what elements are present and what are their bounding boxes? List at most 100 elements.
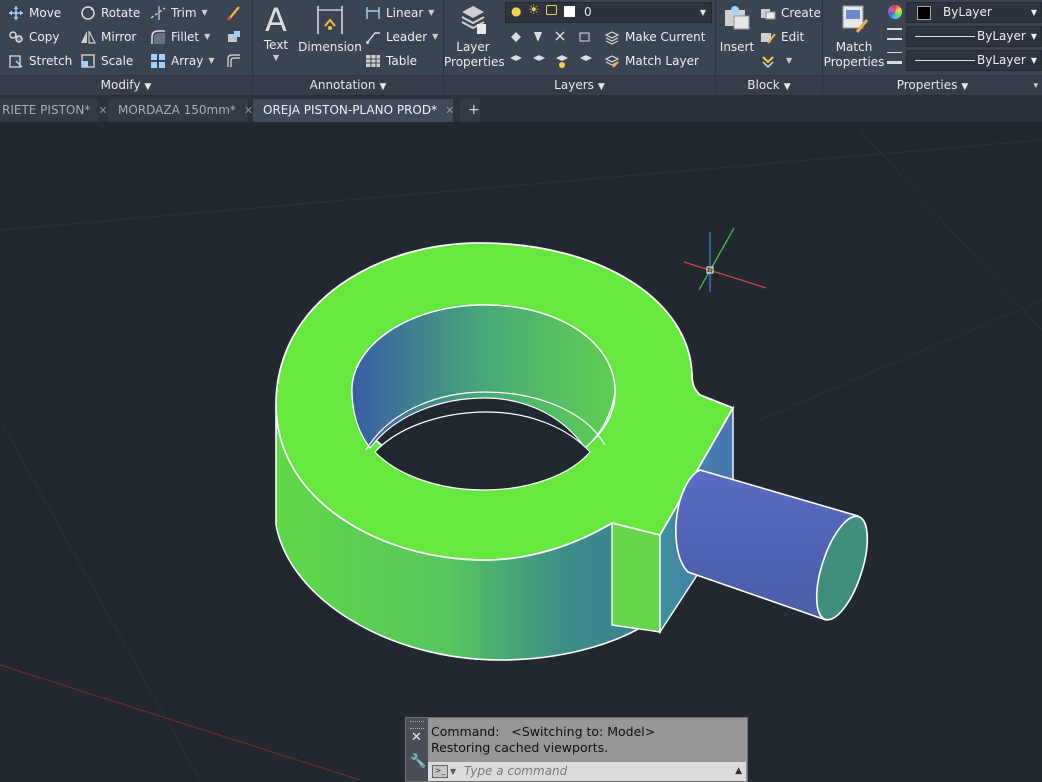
layer-properties-button[interactable]: Layer Properties — [444, 2, 505, 70]
layer-dropdown[interactable]: ● ☀ 0 ▼ — [505, 2, 712, 23]
offset-button[interactable] — [226, 50, 247, 72]
sun-icon: ☀ — [528, 3, 540, 18]
file-tab-label: RIETE PISTON* — [2, 103, 91, 117]
array-dropdown-icon[interactable]: ▼ — [208, 50, 214, 72]
new-tab-button[interactable]: + — [460, 99, 480, 122]
create-block-label: Create — [781, 6, 821, 20]
annotation-expand-icon: ▼ — [379, 82, 387, 92]
table-button[interactable]: Table — [365, 50, 417, 72]
array-button[interactable]: Array ▼ — [150, 50, 214, 72]
lineweight-value: ByLayer — [977, 53, 1026, 67]
copy-button[interactable]: Copy — [8, 26, 59, 48]
drawing-viewport[interactable] — [0, 122, 1042, 780]
ribbon: Move Rotate Trim ▼ Copy Mirror Fillet ▼ — [0, 0, 1042, 96]
explode-button[interactable] — [226, 26, 247, 48]
array-icon — [151, 54, 165, 68]
layer-tool-icons-row-1[interactable] — [508, 28, 598, 46]
layer-tools-row-1 — [508, 28, 598, 46]
block-panel-title[interactable]: Block ▼ — [716, 75, 822, 95]
lineweight-dropdown[interactable]: ByLayer ▼ — [906, 50, 1042, 71]
command-history-line-2: Restoring cached viewports. — [431, 740, 609, 755]
linetype-value: ByLayer — [977, 29, 1026, 43]
rotate-label: Rotate — [101, 6, 141, 20]
command-input[interactable]: >_ ▼ Type a command ▲ — [428, 762, 746, 781]
ribbon-panel-menu-icon[interactable]: ▾ — [1033, 81, 1038, 91]
leader-dropdown-icon[interactable]: ▼ — [432, 26, 438, 48]
linetype-dropdown[interactable]: ByLayer ▼ — [906, 26, 1042, 47]
close-tab-icon[interactable]: ✕ — [244, 104, 253, 117]
fillet-dropdown-icon[interactable]: ▼ — [204, 26, 210, 48]
create-block-button[interactable]: Create — [760, 2, 821, 24]
modify-panel-title[interactable]: Modify ▼ — [0, 75, 252, 95]
ring-top-face — [275, 242, 735, 561]
model-canvas[interactable] — [0, 122, 1042, 780]
layers-expand-icon: ▼ — [597, 82, 605, 92]
grip-icon[interactable] — [410, 721, 424, 729]
trim-dropdown-icon[interactable]: ▼ — [202, 2, 208, 24]
layer-color-swatch — [564, 6, 575, 17]
file-tab-2[interactable]: MORDAZA 150mm* ✕ — [108, 99, 253, 122]
make-current-button[interactable]: Make Current — [604, 26, 706, 48]
properties-panel: Match Properties ByLayer ▼ ByLayer ▼ ByL… — [823, 0, 1042, 95]
linear-dropdown-icon[interactable]: ▼ — [428, 2, 434, 24]
make-current-icon — [604, 31, 620, 45]
color-dropdown[interactable]: ByLayer ▼ — [906, 2, 1042, 23]
edit-block-label: Edit — [781, 30, 805, 44]
mirror-button[interactable]: Mirror — [80, 26, 136, 48]
offset-icon — [227, 54, 240, 67]
linear-button[interactable]: Linear ▼ — [365, 2, 434, 24]
block-attribute-button[interactable]: ▼ — [760, 50, 792, 72]
leader-icon — [366, 32, 380, 44]
fillet-icon — [151, 30, 165, 44]
close-command-icon[interactable]: ✕ — [411, 730, 422, 745]
insert-button[interactable]: Insert — [716, 4, 758, 55]
stretch-button[interactable]: Stretch — [8, 50, 72, 72]
create-block-icon — [761, 9, 776, 20]
close-tab-icon[interactable]: ✕ — [98, 104, 107, 117]
close-tab-icon[interactable]: ✕ — [445, 104, 454, 117]
layer-tool-icons-row-2[interactable] — [508, 52, 598, 70]
annotation-panel: A Text ▼ Dimension Linear ▼ Leader ▼ Tab… — [253, 0, 444, 95]
customize-wrench-icon[interactable]: 🔧 — [410, 754, 426, 769]
linetype-icon — [887, 28, 902, 40]
erase-button[interactable] — [226, 2, 247, 24]
rotate-button[interactable]: Rotate — [80, 2, 140, 24]
file-tab-1[interactable]: RIETE PISTON* ✕ — [0, 99, 108, 122]
annotation-panel-title[interactable]: Annotation ▼ — [253, 75, 443, 95]
lineweight-icon — [887, 52, 902, 64]
scale-button[interactable]: Scale — [80, 50, 133, 72]
dimension-button[interactable]: Dimension — [297, 4, 363, 55]
layers-panel-title[interactable]: Layers ▼ — [444, 75, 715, 95]
linear-icon — [366, 7, 380, 19]
command-history: Command: <Switching to: Model> Restoring … — [431, 724, 655, 756]
trim-button[interactable]: Trim ▼ — [150, 2, 208, 24]
layer-tools-row-2 — [508, 52, 598, 70]
match-layer-button[interactable]: Match Layer — [604, 50, 699, 72]
block-attribute-dropdown-icon[interactable]: ▼ — [786, 50, 792, 72]
file-tab-label: MORDAZA 150mm* — [118, 103, 236, 117]
text-dropdown-icon[interactable]: ▼ — [259, 53, 293, 63]
color-dropdown-arrow-icon: ▼ — [1030, 8, 1037, 17]
match-properties-button[interactable]: Match Properties — [823, 2, 885, 70]
edit-block-icon — [761, 33, 776, 44]
dimension-icon — [317, 6, 343, 34]
file-tab-3[interactable]: OREJA PISTON-PLANO PROD* ✕ — [253, 99, 454, 122]
file-tabs: RIETE PISTON* ✕ MORDAZA 150mm* ✕ OREJA PIS… — [0, 96, 1042, 122]
command-prompt-dropdown-icon[interactable]: ▼ — [450, 763, 456, 780]
eye-bolt-model[interactable] — [275, 242, 878, 661]
match-layer-label: Match Layer — [625, 54, 699, 68]
command-prompt-icon[interactable]: >_ — [432, 765, 448, 778]
layer-properties-label-1: Layer — [456, 40, 490, 54]
text-button[interactable]: A Text ▼ — [259, 2, 293, 63]
command-placeholder: Type a command — [464, 764, 568, 778]
fillet-button[interactable]: Fillet ▼ — [150, 26, 210, 48]
leader-button[interactable]: Leader ▼ — [365, 26, 438, 48]
lineweight-preview — [915, 60, 975, 61]
move-button[interactable]: Move — [8, 2, 61, 24]
properties-panel-title[interactable]: Properties ▼ — [823, 75, 1042, 95]
command-history-toggle-icon[interactable]: ▲ — [735, 763, 742, 780]
command-line-window: ✕ 🔧 Command: <Switching to: Model> Restor… — [405, 717, 748, 782]
edit-block-button[interactable]: Edit — [760, 26, 804, 48]
modify-expand-icon: ▼ — [144, 82, 152, 92]
table-label: Table — [386, 54, 418, 68]
